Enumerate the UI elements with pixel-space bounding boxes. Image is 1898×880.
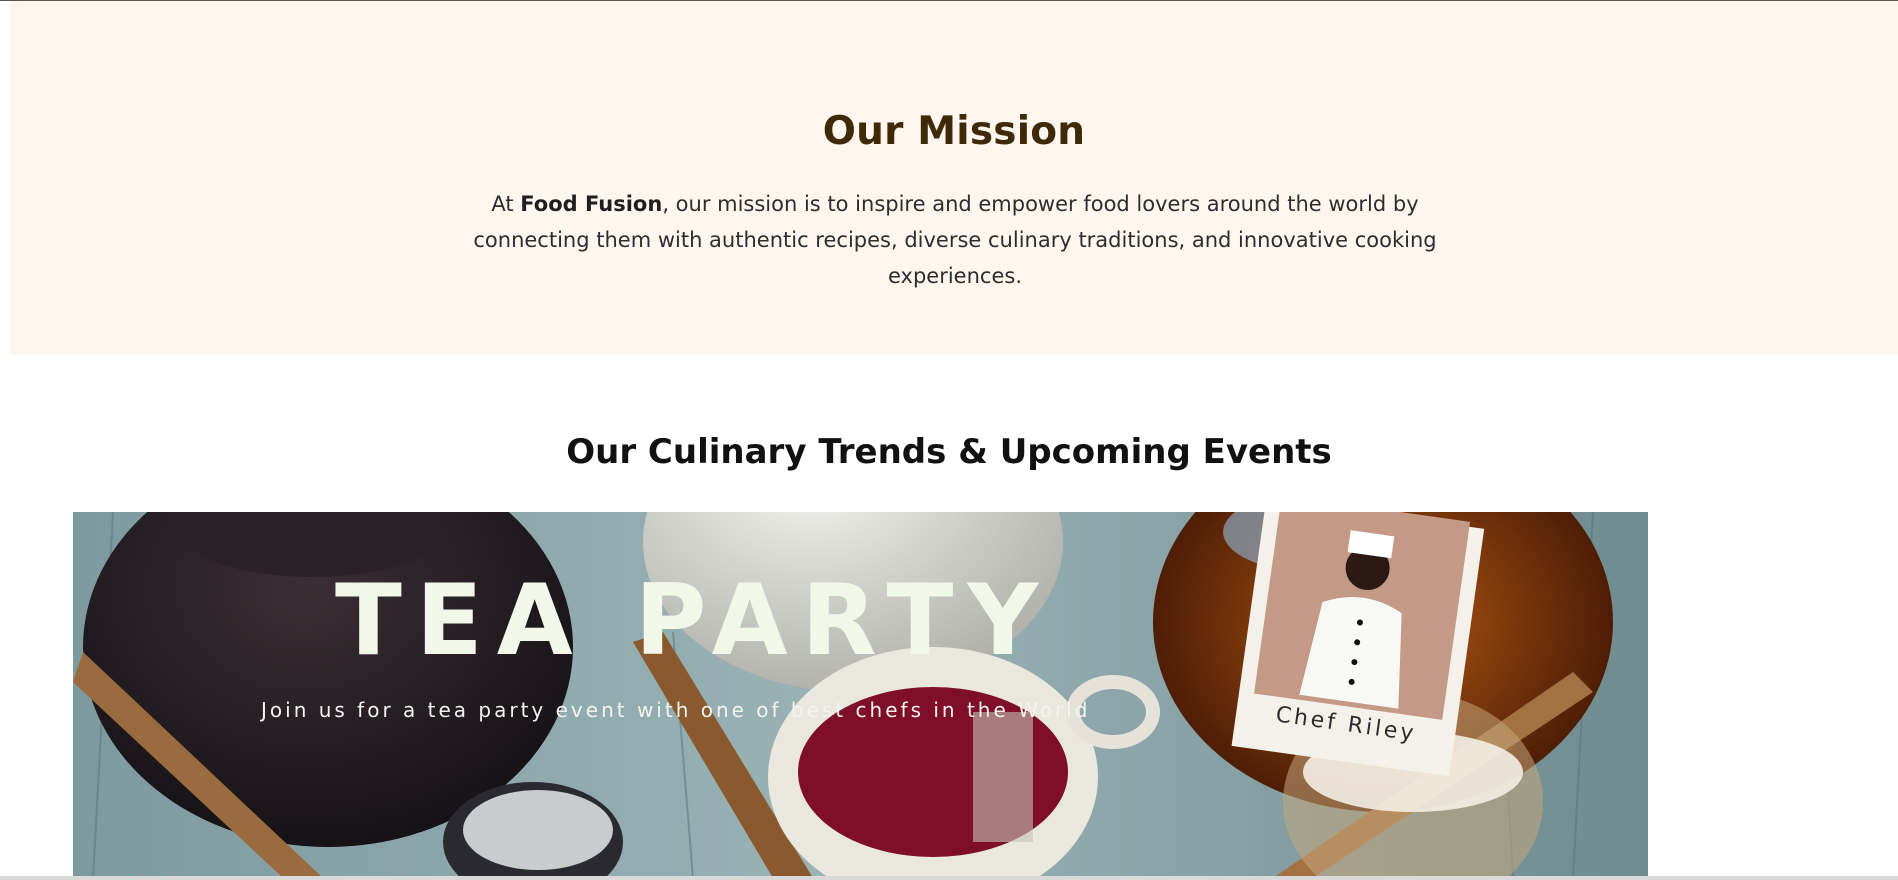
mission-text-prefix: At — [491, 192, 521, 216]
brand-name: Food Fusion — [520, 192, 663, 216]
mission-section: Our Mission At Food Fusion, our mission … — [10, 1, 1898, 354]
banner-subline: Join us for a tea party event with one o… — [261, 698, 1091, 722]
banner-headline: TEA PARTY — [335, 564, 1053, 678]
mission-title: Our Mission — [822, 109, 1086, 154]
tea-party-banner[interactable]: TEA PARTY Join us for a tea party event … — [73, 512, 1648, 878]
horizontal-scrollbar[interactable] — [0, 876, 1898, 880]
mission-text: At Food Fusion, our mission is to inspir… — [450, 186, 1460, 294]
events-title: Our Culinary Trends & Upcoming Events — [566, 432, 1332, 472]
